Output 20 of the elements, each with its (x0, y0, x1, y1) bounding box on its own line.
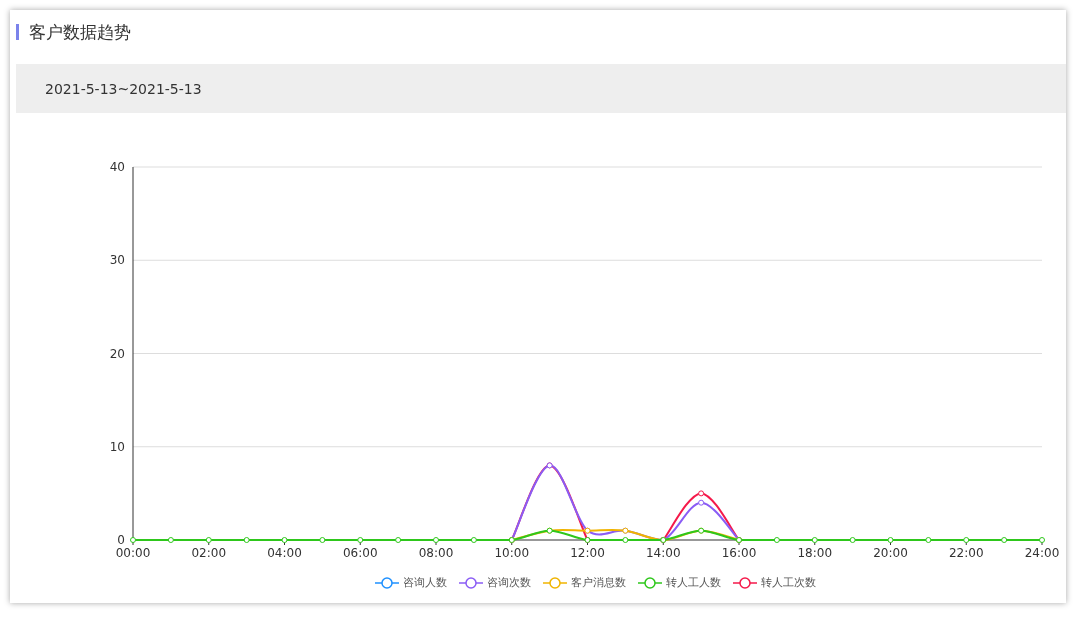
date-range: 2021-5-13~2021-5-13 (45, 80, 202, 97)
x-axis-label: 18:00 (797, 546, 833, 560)
y-axis-label: 20 (109, 346, 125, 361)
x-axis-label: 12:00 (570, 546, 605, 560)
y-axis-label: 40 (109, 160, 125, 174)
x-axis-label: 02:00 (191, 546, 227, 560)
y-axis-label: 0 (117, 533, 125, 547)
x-axis-label: 20:00 (873, 546, 908, 560)
x-axis-label: 16:00 (721, 546, 757, 560)
x-axis-label: 06:00 (342, 546, 378, 560)
x-axis-label: 22:00 (948, 546, 984, 560)
panel-title: 客户数据趋势 (29, 20, 131, 44)
x-axis-label: 00:00 (115, 546, 151, 560)
x-axis-label: 24:00 (1024, 546, 1060, 560)
x-axis-label: 14:00 (645, 546, 681, 560)
x-axis-label: 04:00 (267, 546, 302, 560)
y-axis-label: 10 (109, 439, 125, 454)
y-axis-label: 30 (109, 253, 125, 268)
x-axis-label: 10:00 (494, 546, 530, 560)
x-axis-label: 08:00 (418, 546, 454, 560)
